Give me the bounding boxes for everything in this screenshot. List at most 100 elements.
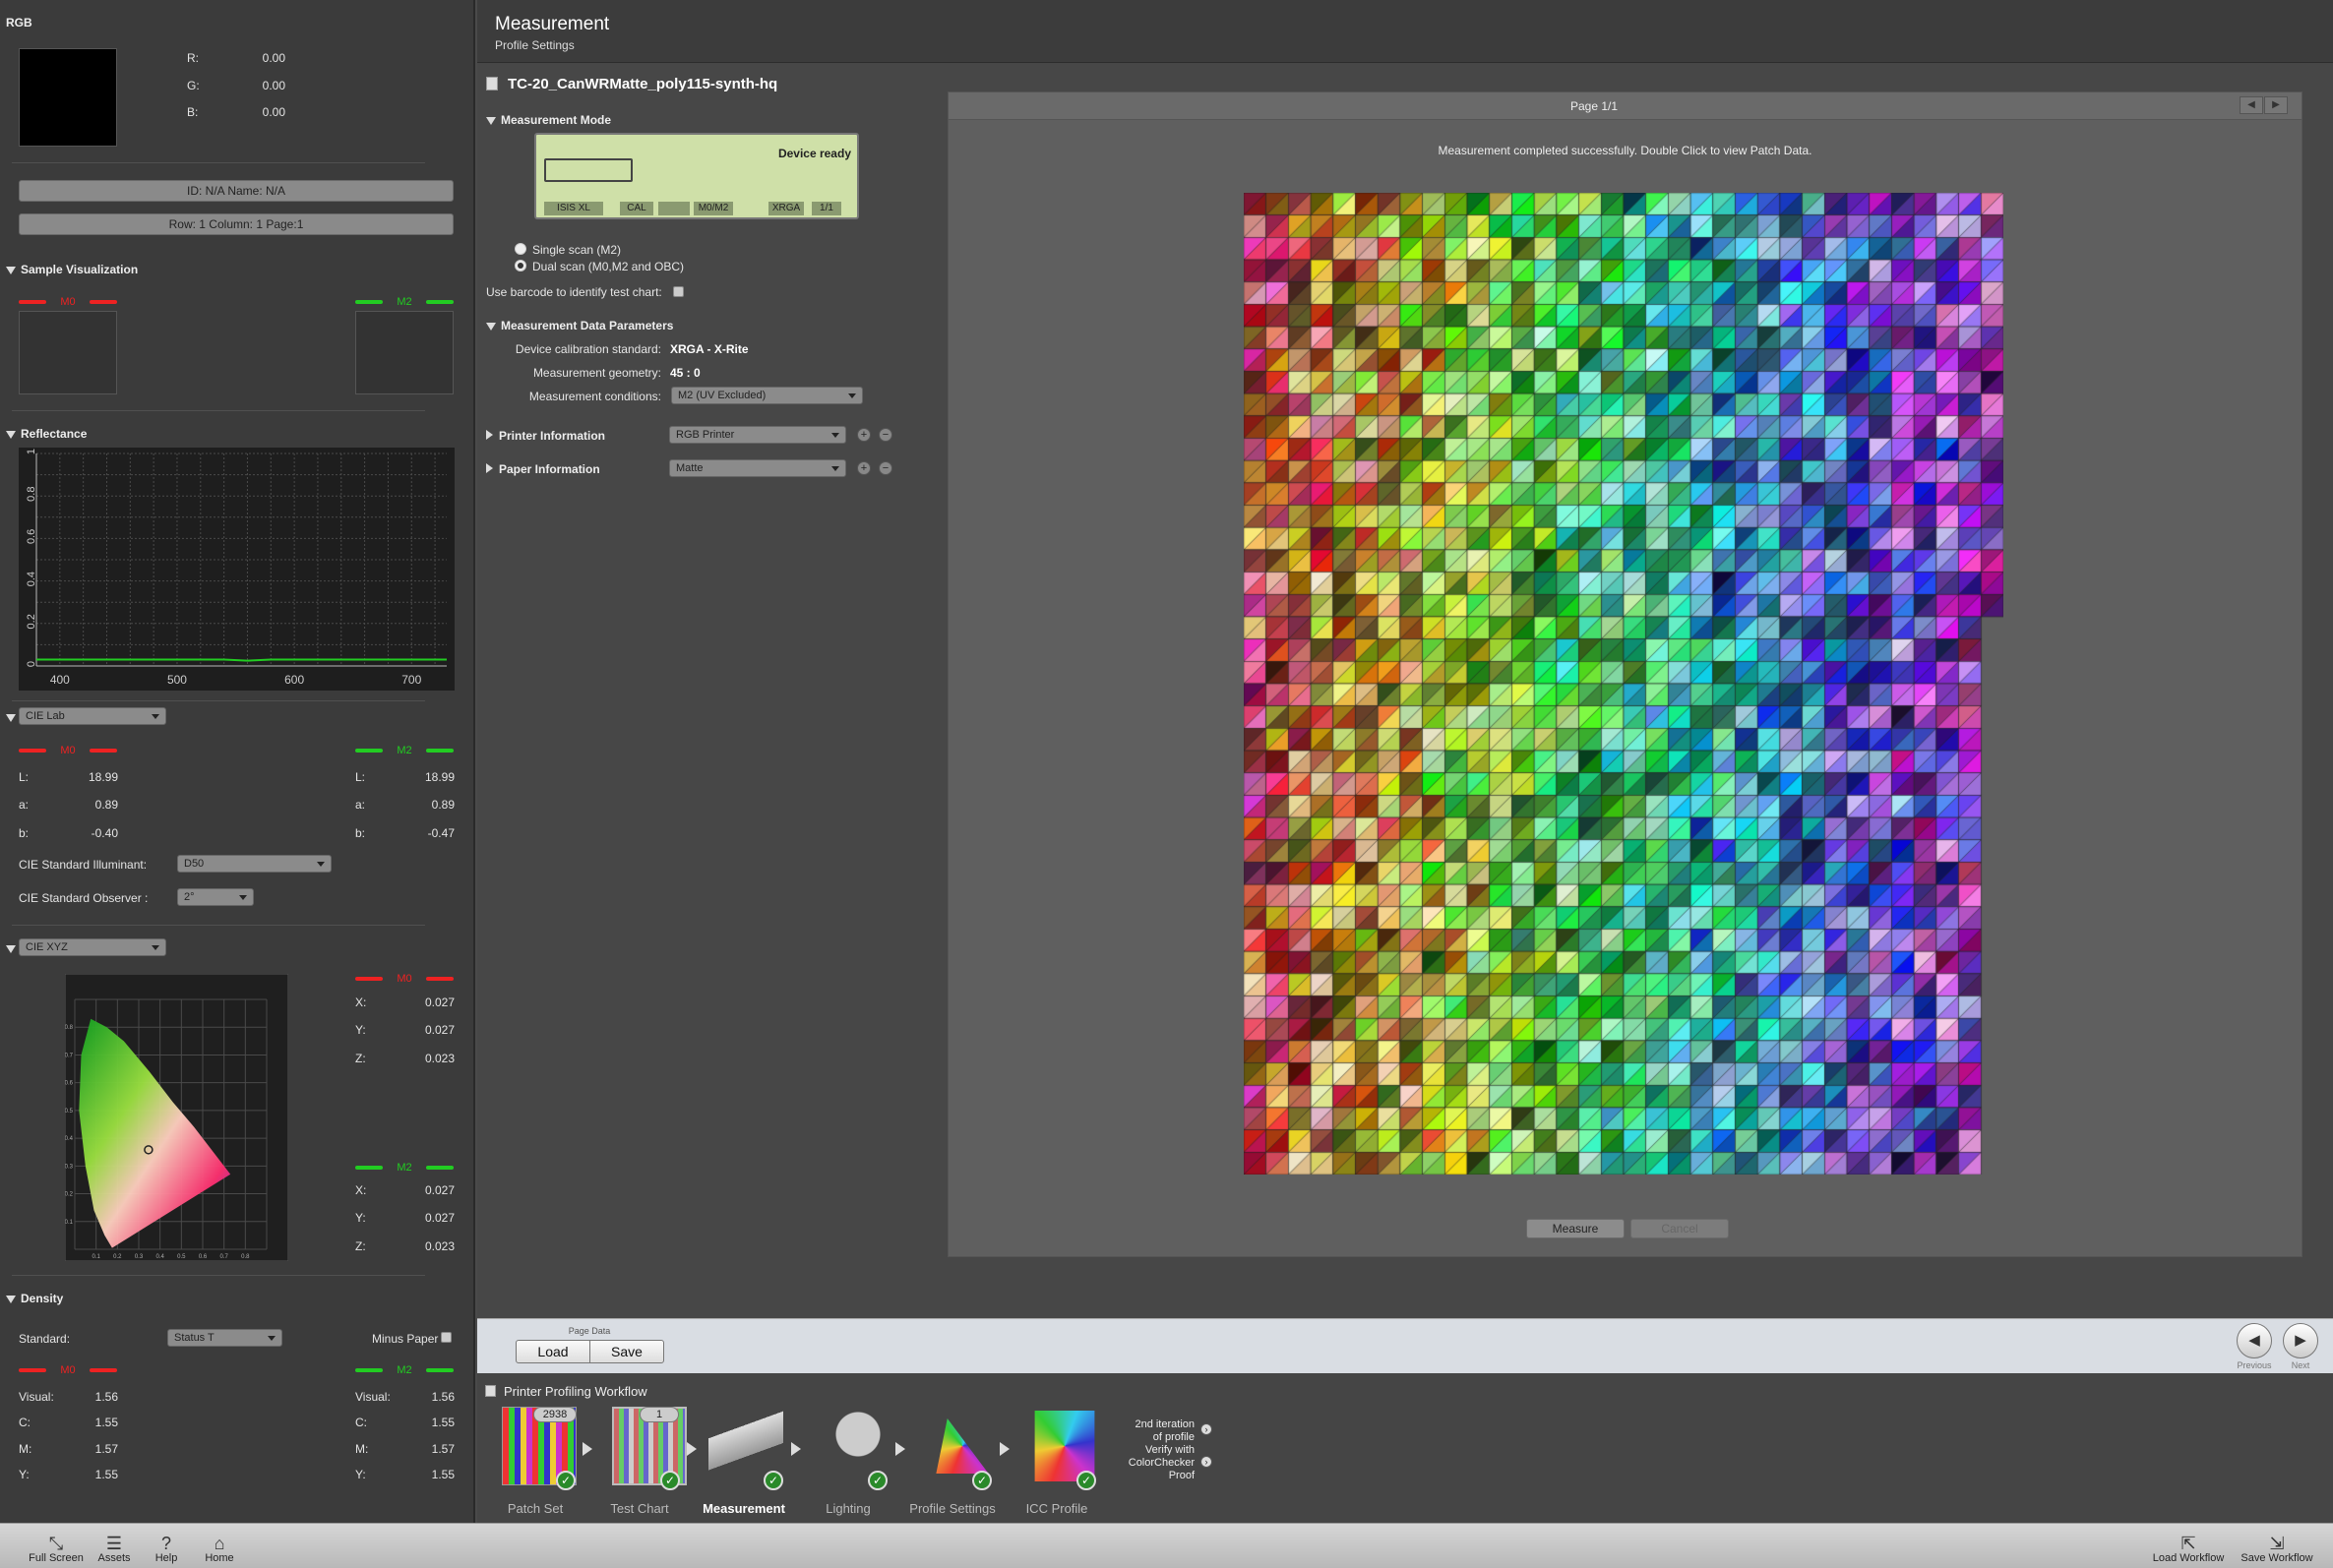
sample-visualization-header[interactable]: Sample Visualization	[6, 263, 138, 276]
home-button[interactable]: ⌂ Home	[185, 1535, 254, 1564]
printer-dropdown[interactable]: RGB Printer	[669, 426, 846, 444]
checkmark-icon: ✓	[660, 1471, 680, 1490]
m0-b-value: -0.40	[91, 826, 118, 840]
remove-printer-icon[interactable]: −	[879, 428, 892, 442]
lcd-page: 1/1	[812, 202, 841, 215]
printer-information-header[interactable]: Printer Information	[486, 429, 605, 443]
x-tick-label: 0.7	[219, 1254, 228, 1260]
barcode-checkbox[interactable]	[673, 286, 684, 297]
divider	[12, 410, 425, 411]
arrow-right-icon	[1000, 1442, 1010, 1456]
paper-information-header[interactable]: Paper Information	[486, 462, 600, 476]
step-label-patch-set: Patch Set	[507, 1501, 564, 1516]
m2-legend: M2	[355, 745, 454, 756]
disclosure-triangle-icon	[486, 322, 496, 331]
y-tick-label: 0.2	[65, 1192, 74, 1198]
m0-a-value: 0.89	[94, 798, 118, 812]
y-tick-label: 0.5	[65, 1109, 74, 1115]
illuminant-label: CIE Standard Illuminant:	[19, 858, 148, 872]
m2-l-label: L:	[355, 770, 366, 784]
previous-label: Previous	[2237, 1360, 2272, 1370]
page-title: Measurement	[495, 14, 610, 34]
x-tick-label: 0.6	[199, 1254, 208, 1260]
page-data-label: Page Data	[568, 1326, 611, 1336]
y-tick-label: 0.6	[65, 1081, 74, 1087]
workflow-title: Printer Profiling Workflow	[504, 1384, 647, 1399]
x-tick-label: 0.4	[155, 1254, 164, 1260]
panel-next-button[interactable]: ▶	[2264, 96, 2288, 114]
density-header[interactable]: Density	[6, 1292, 63, 1305]
color-space-dropdown-xyz[interactable]: CIE XYZ	[19, 938, 166, 956]
load-workflow-button[interactable]: ⇱ Load Workflow	[2149, 1535, 2228, 1564]
geometry-value: 45 : 0	[670, 366, 701, 380]
observer-dropdown[interactable]: 2°	[177, 888, 254, 906]
disclosure-triangle-icon	[6, 1295, 16, 1303]
save-workflow-icon: ⇲	[2269, 1534, 2285, 1553]
m2-x-label: X:	[355, 1183, 367, 1197]
m0-z-value: 0.023	[424, 1052, 455, 1065]
m0-visual-label: Visual:	[19, 1390, 54, 1404]
next-button[interactable]: ▶	[2283, 1323, 2318, 1358]
paper-dropdown[interactable]: Matte	[669, 459, 846, 477]
measurement-mode-header[interactable]: Measurement Mode	[486, 113, 611, 127]
m0-sample-swatch	[19, 311, 117, 394]
m2-visual-value: 1.56	[431, 1390, 455, 1404]
save-button[interactable]: Save	[589, 1340, 664, 1363]
add-printer-icon[interactable]: +	[857, 428, 871, 442]
x-tick-label: 400	[50, 673, 70, 687]
next-label: Next	[2291, 1360, 2310, 1370]
single-scan-radio[interactable]	[515, 243, 526, 255]
bottom-toolbar	[0, 1523, 2333, 1568]
panel-prev-button[interactable]: ◀	[2240, 96, 2263, 114]
minus-paper-checkbox[interactable]	[441, 1332, 452, 1343]
m0-c-label: C:	[19, 1416, 31, 1429]
divider	[12, 700, 425, 701]
conditions-dropdown[interactable]: M2 (UV Excluded)	[671, 387, 863, 404]
measurement-data-parameters-header[interactable]: Measurement Data Parameters	[486, 319, 673, 332]
device-status: Device ready	[777, 147, 851, 160]
add-paper-icon[interactable]: +	[857, 461, 871, 475]
page-count-badge: 1	[640, 1407, 679, 1422]
m0-y-value: 0.027	[424, 1023, 455, 1037]
reflectance-header[interactable]: Reflectance	[6, 427, 87, 441]
single-scan-label: Single scan (M2)	[532, 243, 622, 257]
calibration-standard-value: XRGA - X-Rite	[670, 342, 749, 356]
test-chart-patches[interactable]	[1244, 193, 2003, 1175]
m0-x-value: 0.027	[424, 995, 455, 1009]
dual-scan-radio[interactable]	[515, 260, 526, 271]
save-workflow-button[interactable]: ⇲ Save Workflow	[2236, 1535, 2318, 1564]
m0-y-label: Y:	[355, 1023, 366, 1037]
previous-button[interactable]: ◀	[2237, 1323, 2272, 1358]
color-space-dropdown-lab[interactable]: CIE Lab	[19, 707, 166, 725]
load-button[interactable]: Load	[516, 1340, 590, 1363]
m0-legend: M0	[19, 745, 117, 756]
m0-y-density-value: 1.55	[94, 1468, 118, 1481]
verify-arrow-icon[interactable]: ›	[1200, 1456, 1212, 1468]
x-tick-label: 0.5	[177, 1254, 186, 1260]
divider	[12, 1275, 425, 1276]
divider	[12, 925, 425, 926]
m0-legend: M0	[355, 973, 454, 985]
remove-paper-icon[interactable]: −	[879, 461, 892, 475]
m2-c-value: 1.55	[431, 1416, 455, 1429]
measurement-status: Measurement completed successfully. Doub…	[1438, 144, 1812, 157]
workflow-icon	[485, 1385, 496, 1397]
iteration-arrow-icon[interactable]: ›	[1200, 1423, 1212, 1435]
minus-paper-label: Minus Paper	[372, 1332, 439, 1346]
disclosure-triangle-icon	[6, 266, 16, 274]
divider	[12, 162, 425, 163]
density-standard-dropdown[interactable]: Status T	[167, 1329, 282, 1347]
illuminant-dropdown[interactable]: D50	[177, 855, 332, 873]
cancel-button[interactable]: Cancel	[1630, 1219, 1729, 1238]
y-tick-label: 0.8	[26, 487, 37, 502]
m2-y-density-value: 1.55	[431, 1468, 455, 1481]
m0-l-label: L:	[19, 770, 30, 784]
m0-z-label: Z:	[355, 1052, 366, 1065]
measure-button[interactable]: Measure	[1526, 1219, 1625, 1238]
y-tick-label: 0.2	[26, 614, 37, 629]
document-icon	[486, 77, 498, 90]
m2-legend: M2	[355, 1364, 454, 1376]
m2-m-value: 1.57	[431, 1442, 455, 1456]
x-tick-label: 0.2	[113, 1254, 122, 1260]
m2-legend: M2	[355, 1162, 454, 1174]
